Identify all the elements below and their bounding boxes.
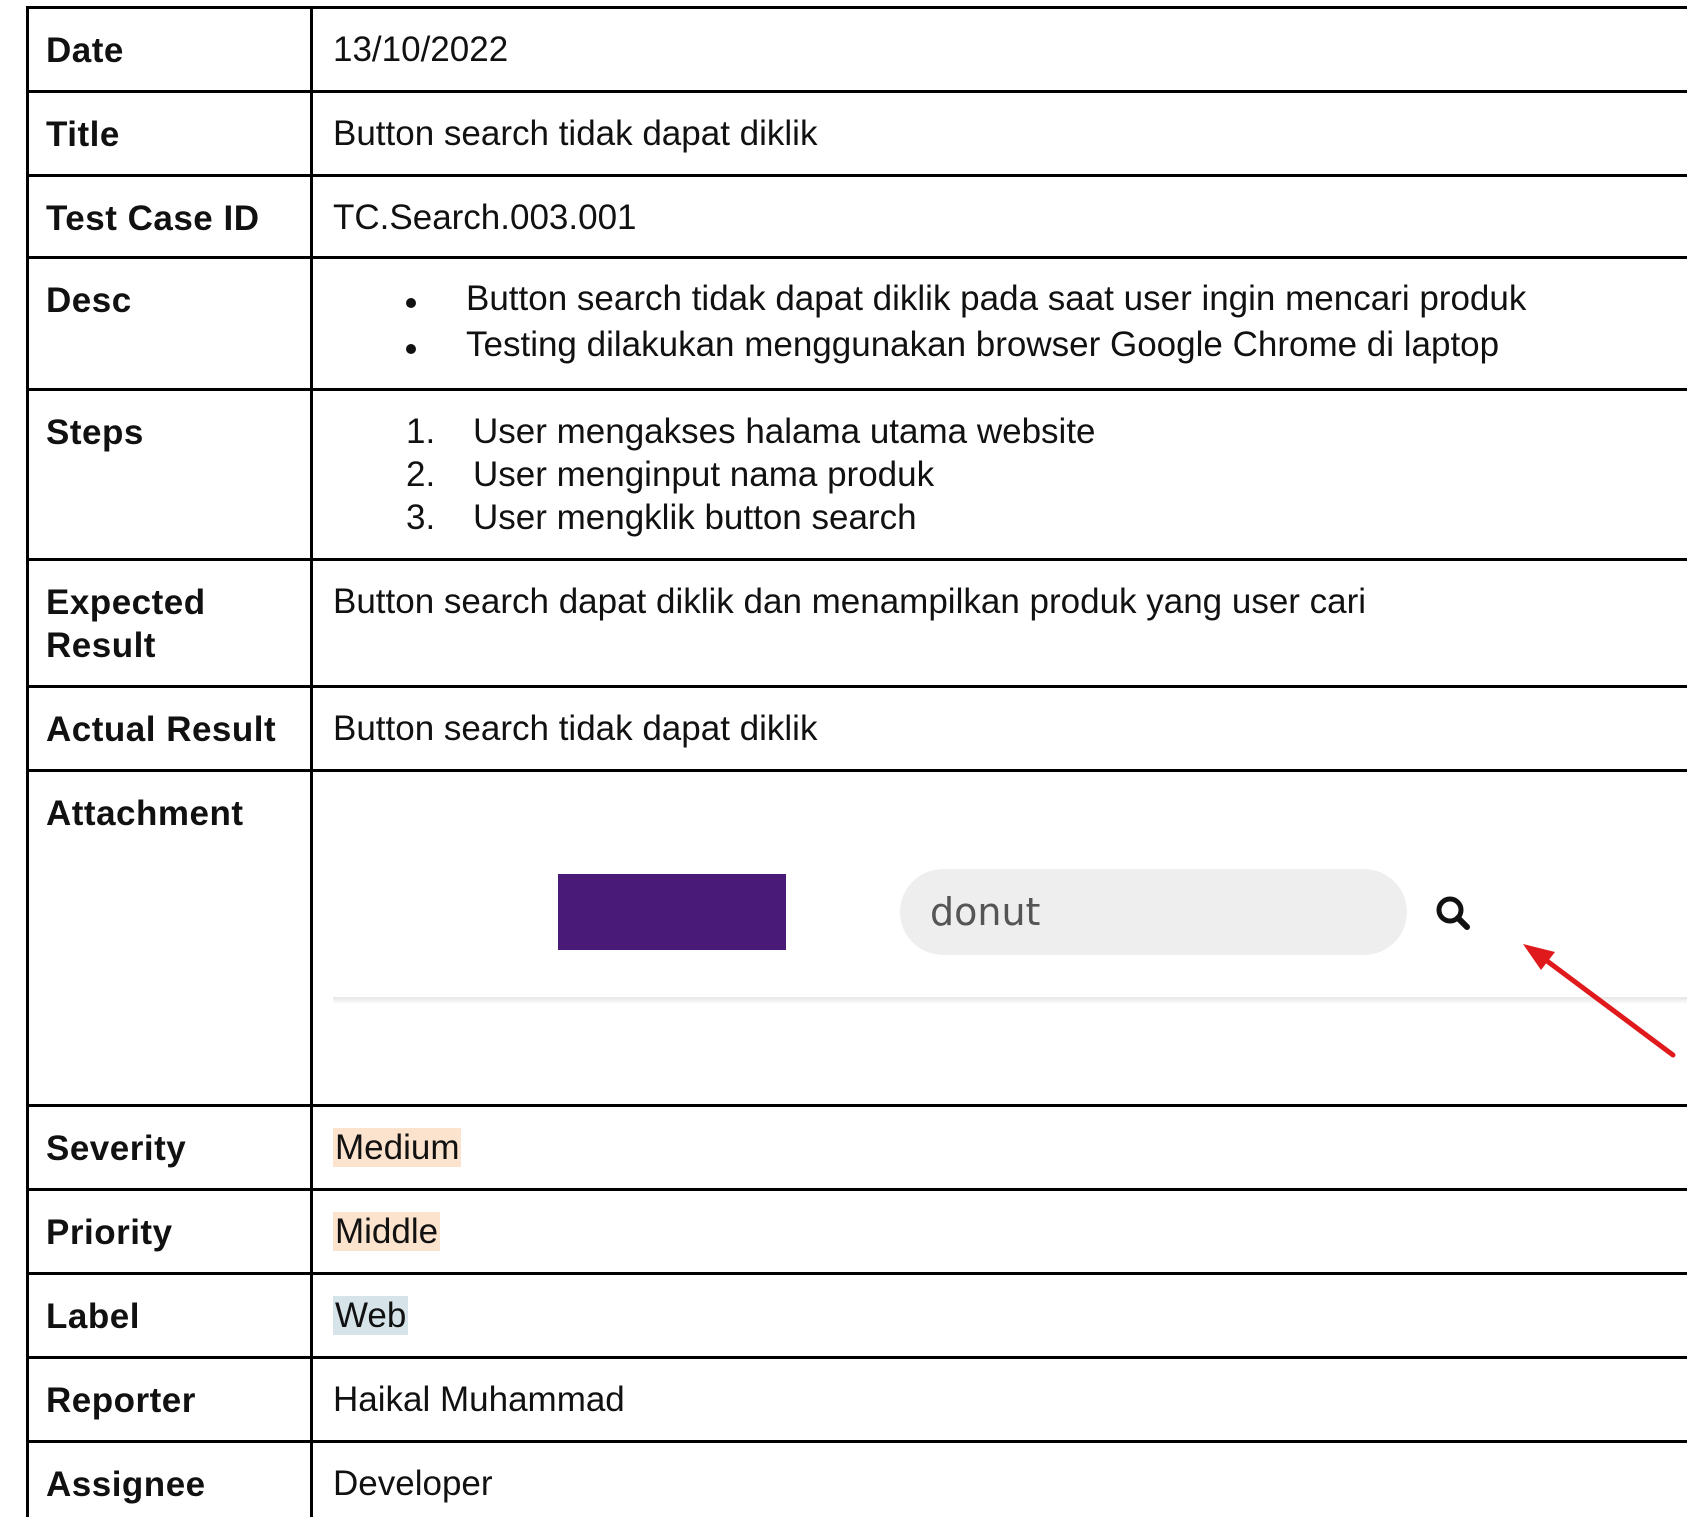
row-severity: Severity Medium (26, 1104, 1687, 1191)
step-text: User menginput nama produk (473, 455, 935, 494)
row-label: Label Web (26, 1272, 1687, 1359)
attachment-screenshot: donut (313, 772, 1687, 1072)
priority-badge: Middle (333, 1212, 441, 1251)
actual-result-label: Actual Result (26, 685, 313, 772)
label-label: Label (26, 1272, 313, 1359)
row-actual-result: Actual Result Button search tidak dapat … (26, 685, 1687, 772)
severity-badge: Medium (333, 1128, 462, 1167)
expected-result-label-line1: Expected (46, 583, 206, 622)
title-value: Button search tidak dapat diklik (310, 90, 1687, 177)
step-item: 3. User mengklik button search (333, 496, 1687, 539)
date-label: Date (26, 6, 313, 93)
assignee-label: Assignee (26, 1440, 313, 1517)
row-reporter: Reporter Haikal Muhammad (26, 1356, 1687, 1443)
expected-result-label-line2: Result (46, 626, 156, 665)
row-desc: Desc Button search tidak dapat diklik pa… (26, 256, 1687, 391)
severity-label: Severity (26, 1104, 313, 1191)
desc-label: Desc (26, 256, 313, 391)
actual-result-value: Button search tidak dapat diklik (310, 685, 1687, 772)
reporter-value: Haikal Muhammad (310, 1356, 1687, 1443)
brand-logo-block (558, 874, 786, 950)
bug-report-table: Date 13/10/2022 Title Button search tida… (26, 6, 1687, 1517)
search-icon[interactable] (1431, 891, 1479, 939)
desc-bullet-item: Testing dilakukan menggunakan browser Go… (333, 322, 1687, 368)
step-number: 3. (406, 498, 436, 537)
row-attachment: Attachment donut (26, 769, 1687, 1107)
expected-result-label: Expected Result (26, 558, 313, 688)
label-badge: Web (333, 1296, 409, 1335)
row-test-case-id: Test Case ID TC.Search.003.001 (26, 174, 1687, 259)
priority-value: Middle (310, 1188, 1687, 1275)
reporter-label: Reporter (26, 1356, 313, 1443)
test-case-id-value: TC.Search.003.001 (310, 174, 1687, 259)
step-item: 2. User menginput nama produk (333, 453, 1687, 496)
title-label: Title (26, 90, 313, 177)
date-value: 13/10/2022 (310, 6, 1687, 93)
step-number: 2. (406, 455, 436, 494)
search-icon-graphic (1436, 896, 1470, 930)
step-text: User mengklik button search (473, 498, 917, 537)
label-value: Web (310, 1272, 1687, 1359)
attachment-label: Attachment (26, 769, 313, 1107)
annotation-arrow-icon (1523, 944, 1676, 1058)
row-date: Date 13/10/2022 (26, 6, 1687, 93)
row-priority: Priority Middle (26, 1188, 1687, 1275)
expected-result-value: Button search dapat diklik dan menampilk… (310, 558, 1687, 688)
step-text: User mengakses halama utama website (473, 412, 1096, 451)
steps-value: 1. User mengakses halama utama website 2.… (310, 388, 1687, 561)
step-number: 1. (406, 412, 436, 451)
step-item: 1. User mengakses halama utama website (333, 410, 1687, 453)
desc-bullet-list: Button search tidak dapat diklik pada sa… (333, 276, 1687, 368)
steps-label: Steps (26, 388, 313, 561)
row-title: Title Button search tidak dapat diklik (26, 90, 1687, 177)
steps-list: 1. User mengakses halama utama website 2.… (333, 410, 1687, 539)
row-steps: Steps 1. User mengakses halama utama webs… (26, 388, 1687, 561)
row-expected-result: Expected Result Button search dapat dikl… (26, 558, 1687, 688)
assignee-value: Developer (310, 1440, 1687, 1517)
desc-value: Button search tidak dapat diklik pada sa… (310, 256, 1687, 391)
test-case-id-label: Test Case ID (26, 174, 313, 259)
severity-value: Medium (310, 1104, 1687, 1191)
attachment-value: donut (310, 769, 1687, 1107)
search-input[interactable]: donut (900, 869, 1407, 955)
row-assignee: Assignee Developer (26, 1440, 1687, 1517)
priority-label: Priority (26, 1188, 313, 1275)
desc-bullet-item: Button search tidak dapat diklik pada sa… (333, 276, 1687, 322)
